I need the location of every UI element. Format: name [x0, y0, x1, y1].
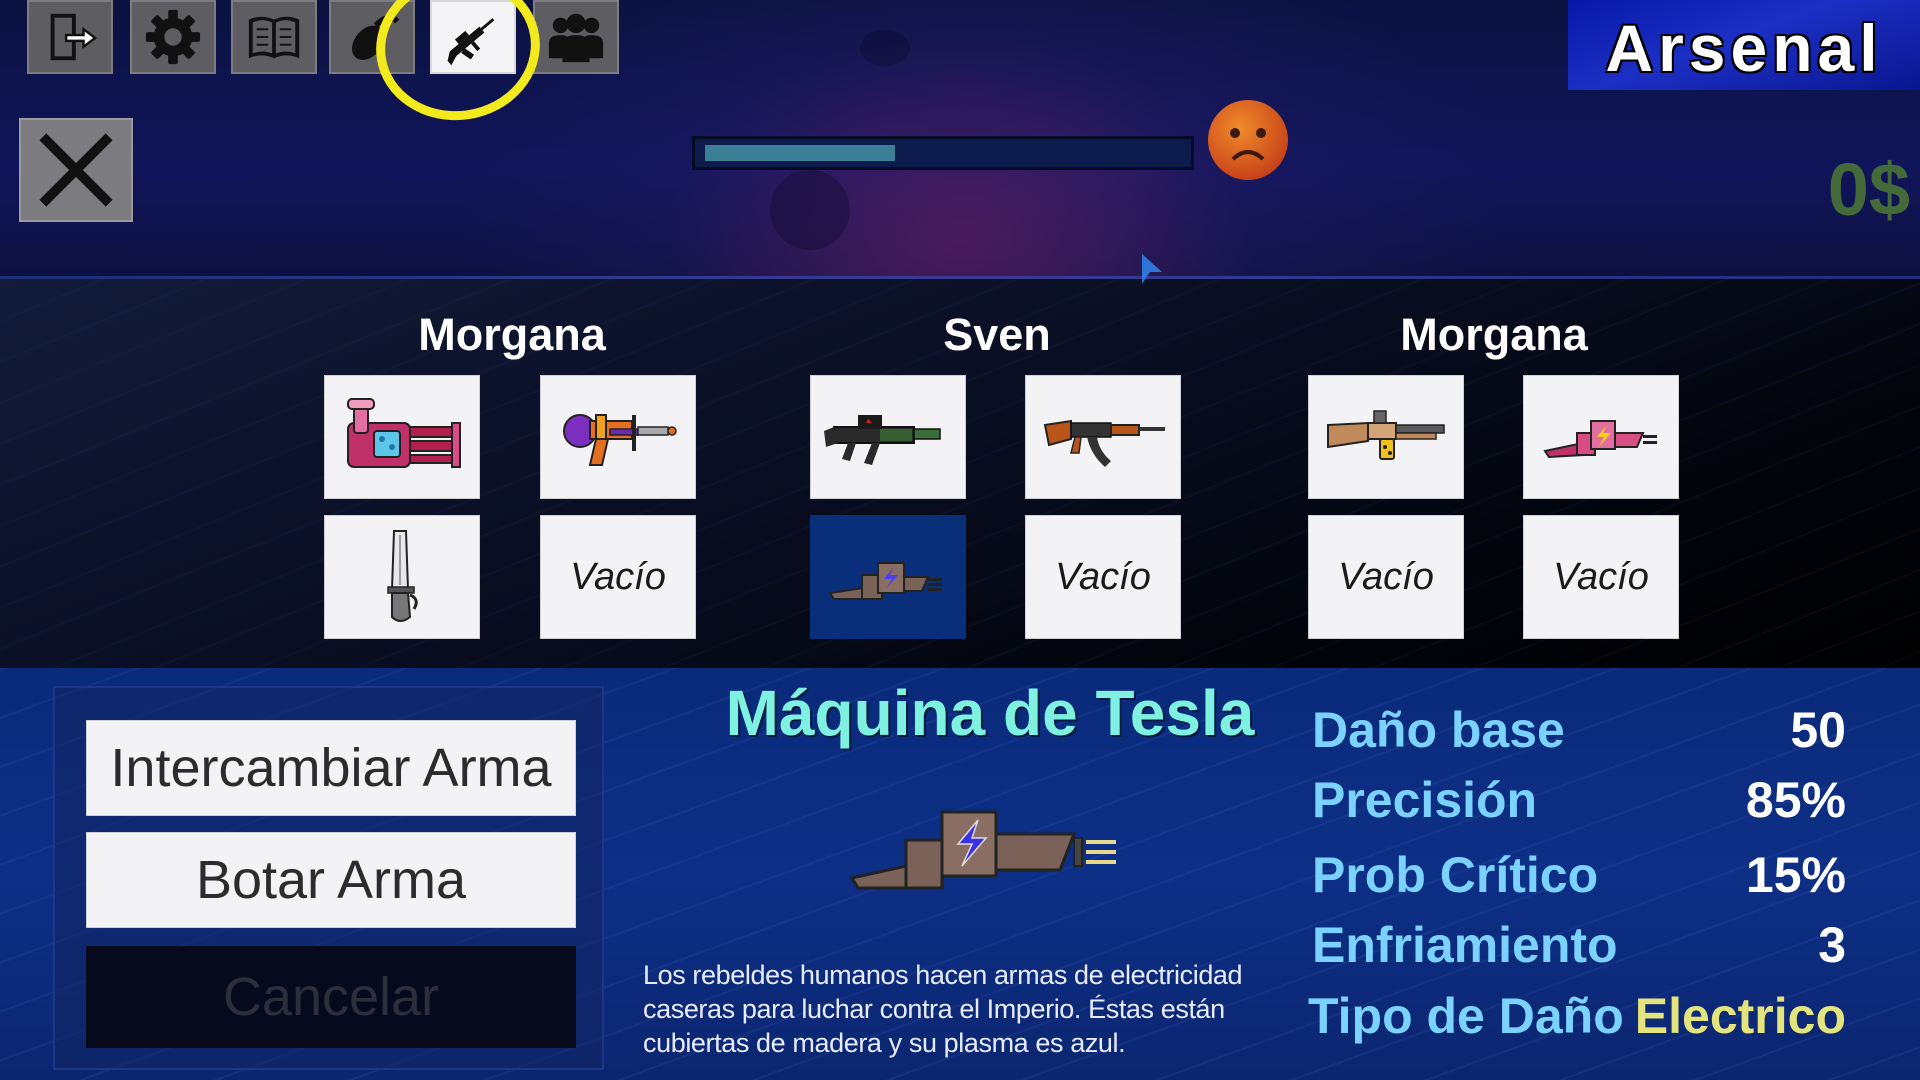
empty-slot-label: Vacío [1553, 555, 1649, 598]
character-name: Morgana [1400, 309, 1588, 360]
weapon-name: Máquina de Tesla [725, 677, 1255, 749]
journal-icon [248, 16, 300, 59]
description-line: cubiertas de madera y su plasma es azul. [643, 1028, 1126, 1058]
stat-label-accuracy: Precisión [1312, 772, 1538, 828]
money-counter: 0$ [1827, 148, 1910, 231]
planet-crater [860, 30, 910, 66]
close-button[interactable] [19, 118, 133, 222]
exit-button[interactable] [27, 0, 113, 74]
swap-weapon-button[interactable]: Intercambiar Arma [86, 720, 576, 816]
stat-value-base-damage: 50 [1790, 702, 1846, 758]
weapon-slot[interactable] [324, 375, 480, 499]
close-icon [39, 133, 113, 207]
journal-button[interactable] [231, 0, 317, 74]
tesla-machine-icon [849, 810, 1116, 890]
weapon-slot[interactable] [1308, 375, 1464, 499]
weapon-slot-empty[interactable]: Vacío [1523, 515, 1679, 639]
weapon-slot-selected[interactable] [810, 515, 966, 639]
weapon-slot-empty[interactable]: Vacío [1025, 515, 1181, 639]
sad-face-icon [1208, 100, 1288, 180]
cursor-icon [1142, 254, 1162, 284]
weapon-description: Los rebeldes humanos hacen armas de elec… [643, 958, 1283, 1060]
ak47-icon [1043, 419, 1165, 467]
ray-gun-icon [563, 414, 677, 466]
drop-weapon-button[interactable]: Botar Arma [86, 832, 576, 928]
stat-value-cooldown: 3 [1818, 917, 1846, 973]
shotgun-icon [1327, 410, 1445, 460]
assault-rifle-icon [824, 415, 941, 465]
minigun-icon [347, 398, 461, 468]
weapon-slot[interactable] [1025, 375, 1181, 499]
team-button[interactable] [533, 0, 619, 74]
empty-slot-label: Vacío [1055, 555, 1151, 598]
progress-bar [692, 136, 1194, 170]
weapon-slot-empty[interactable]: Vacío [540, 515, 696, 639]
exit-icon [50, 13, 98, 61]
tesla-machine-icon [828, 562, 942, 600]
group-icon [548, 13, 604, 63]
progress-fill [705, 145, 895, 161]
character-name: Sven [943, 309, 1051, 360]
cancel-button[interactable]: Cancelar [86, 946, 576, 1048]
stat-label-crit: Prob Crítico [1312, 847, 1599, 903]
description-line: Los rebeldes humanos hacen armas de elec… [643, 960, 1243, 990]
planet-crater [770, 170, 850, 250]
weapon-slot[interactable] [1523, 375, 1679, 499]
stat-value-accuracy: 85% [1745, 772, 1846, 828]
knife-icon [387, 530, 418, 622]
weapon-slot-empty[interactable]: Vacío [1308, 515, 1464, 639]
character-name: Morgana [418, 309, 606, 360]
weapon-slot[interactable] [324, 515, 480, 639]
weapon-slot[interactable] [810, 375, 966, 499]
weapon-slot[interactable] [540, 375, 696, 499]
stat-label-cooldown: Enfriamiento [1312, 917, 1618, 973]
empty-slot-label: Vacío [1338, 555, 1434, 598]
stat-value-crit: 15% [1745, 847, 1846, 903]
stat-label-base-damage: Daño base [1312, 702, 1565, 758]
page-title: Arsenal [1605, 11, 1883, 85]
empty-slot-label: Vacío [570, 555, 666, 598]
stat-value-damage-type: Electrico [1634, 988, 1846, 1044]
settings-button[interactable] [130, 0, 216, 74]
lightning-gun-icon [1543, 420, 1657, 459]
description-line: caseras para luchar contra el Imperio. É… [643, 994, 1225, 1024]
stat-label-damage-type: Tipo de Daño [1308, 988, 1624, 1044]
gear-icon [145, 9, 201, 65]
